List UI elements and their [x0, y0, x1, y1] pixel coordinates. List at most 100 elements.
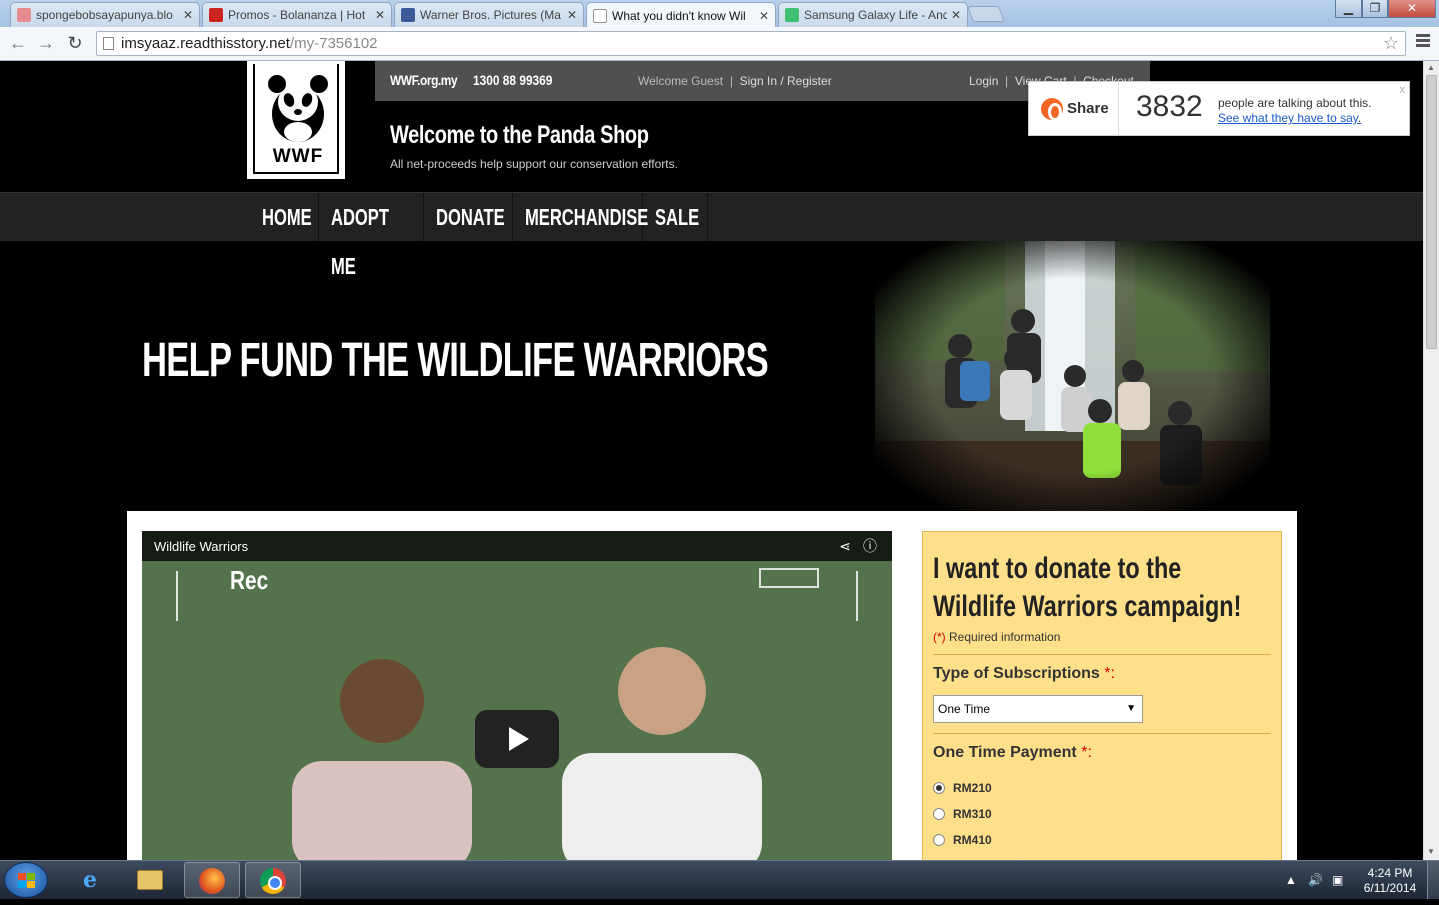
play-button[interactable]: [475, 710, 559, 768]
scroll-up-arrow-icon[interactable]: ▲: [1427, 63, 1435, 72]
blogger-favicon-icon: [17, 8, 31, 22]
radio-button[interactable]: [933, 833, 945, 846]
shop-tagline: All net-proceeds help support our conser…: [390, 157, 678, 171]
back-arrow-icon[interactable]: ←: [6, 32, 30, 54]
logo-frame: WWF: [253, 64, 339, 174]
close-tab-icon[interactable]: ✕: [183, 8, 193, 22]
url-path: /my-7356102: [289, 35, 378, 52]
show-desktop-button[interactable]: [1427, 861, 1439, 899]
browser-tab-1[interactable]: spongebobsayapunya.blo ✕: [10, 2, 200, 27]
google-play-favicon-icon: [785, 8, 799, 22]
welcome-guest-text: Welcome Guest: [638, 74, 724, 88]
separator: |: [726, 74, 737, 88]
content-panel: Wildlife Warriors ⋖ ⓘ Rec I want to dona…: [127, 511, 1297, 860]
taskbar-clock[interactable]: 4:24 PM 6/11/2014: [1360, 866, 1420, 896]
tab-title: Samsung Galaxy Life - And: [804, 8, 947, 22]
network-icon[interactable]: ▣: [1332, 873, 1343, 887]
dropdown-arrow-icon: ▼: [1126, 703, 1136, 714]
sign-in-link[interactable]: Sign In / Register: [740, 74, 832, 88]
share-logo-icon: [1041, 97, 1063, 121]
forward-arrow-icon[interactable]: →: [34, 32, 58, 54]
share-button[interactable]: Share: [1029, 82, 1119, 135]
hero-title: HELP FUND THE WILDLIFE WARRIORS: [142, 334, 769, 387]
required-marker: (*): [933, 630, 946, 644]
scroll-down-arrow-icon[interactable]: ▼: [1427, 847, 1435, 856]
rec-overlay-text: Rec: [230, 565, 269, 595]
chrome-icon[interactable]: [245, 862, 301, 898]
internet-explorer-icon[interactable]: e: [62, 862, 118, 898]
address-bar[interactable]: imsyaaz.readthisstory.net/my-7356102 ☆: [96, 31, 1406, 56]
site-link[interactable]: WWF.org.my: [390, 72, 458, 88]
chrome-menu-icon[interactable]: [1416, 34, 1430, 48]
firefox-icon[interactable]: [184, 862, 240, 898]
page-favicon-icon: [593, 8, 607, 23]
page-viewport: WWF WWF.org.my 1300 88 99369 Welcome Gue…: [0, 61, 1423, 860]
nav-adopt-me[interactable]: ADOPT ME: [319, 193, 424, 279]
close-tab-icon[interactable]: ✕: [951, 8, 961, 22]
share-icon[interactable]: ⋖: [837, 538, 853, 554]
tab-title: Warner Bros. Pictures (Ma: [420, 8, 561, 22]
start-button[interactable]: [4, 862, 48, 898]
option-label: RM410: [953, 832, 992, 847]
windows-logo-icon: [18, 873, 36, 889]
browser-tab-strip: spongebobsayapunya.blo ✕ Promos - Bolana…: [0, 0, 1439, 28]
radio-button-selected[interactable]: [933, 781, 945, 794]
file-explorer-icon[interactable]: [122, 862, 178, 898]
shop-title: Welcome to the Panda Shop: [390, 121, 649, 149]
new-tab-button[interactable]: [967, 6, 1005, 22]
talking-text: people are talking about this.: [1218, 96, 1372, 110]
nav-home[interactable]: HOME: [250, 193, 319, 242]
close-tab-icon[interactable]: ✕: [759, 9, 769, 23]
close-tab-icon[interactable]: ✕: [375, 8, 385, 22]
guest-links: Welcome Guest | Sign In / Register: [638, 74, 832, 88]
scroll-thumb[interactable]: [1426, 75, 1437, 349]
donate-heading: I want to donate to the Wildlife Warrior…: [933, 552, 1242, 623]
nav-donate[interactable]: DONATE: [424, 193, 513, 242]
wildlife-warriors-photo: [875, 241, 1270, 511]
payment-option[interactable]: RM410: [933, 832, 1271, 847]
browser-tab-5[interactable]: Samsung Galaxy Life - And ✕: [778, 2, 968, 27]
show-hidden-icons-icon[interactable]: ▲: [1285, 873, 1297, 887]
nav-label: HOME: [262, 204, 312, 230]
nav-label: MERCHANDISE: [525, 204, 649, 230]
subscription-label-text: Type of Subscriptions: [933, 665, 1100, 682]
browser-tab-3[interactable]: Warner Bros. Pictures (Ma ✕: [394, 2, 584, 27]
required-asterisk: *:: [1081, 744, 1092, 761]
payment-option[interactable]: RM310: [933, 806, 1271, 821]
subscription-select[interactable]: One Time ▼: [933, 695, 1143, 723]
close-window-button[interactable]: ✕: [1388, 0, 1436, 18]
period: .: [1357, 111, 1362, 125]
browser-tab-4-active[interactable]: What you didn't know Wil ✕: [586, 2, 776, 28]
tab-title: Promos - Bolananza | Hot: [228, 8, 366, 22]
main-navigation: HOME ADOPT ME DONATE MERCHANDISE SALE: [0, 192, 1423, 279]
see-what-they-say-link[interactable]: See what they have to say: [1218, 111, 1358, 125]
option-label: RM310: [953, 806, 992, 821]
clock-time: 4:24 PM: [1367, 866, 1413, 880]
facebook-favicon-icon: [401, 8, 415, 22]
subscription-value: One Time: [938, 702, 991, 716]
maximize-button[interactable]: ❐: [1362, 0, 1388, 18]
minimize-button[interactable]: ▁: [1335, 0, 1362, 18]
close-tab-icon[interactable]: ✕: [567, 8, 577, 22]
video-title[interactable]: Wildlife Warriors: [154, 539, 248, 554]
nav-label: ADOPT ME: [331, 204, 389, 279]
share-widget: Share 3832 people are talking about this…: [1028, 81, 1410, 136]
close-widget-icon[interactable]: x: [1400, 84, 1406, 96]
video-player[interactable]: Wildlife Warriors ⋖ ⓘ Rec: [142, 531, 892, 860]
page-icon: [103, 37, 114, 50]
subscription-label: Type of Subscriptions *:: [933, 665, 1271, 683]
video-title-bar: [142, 531, 892, 561]
wwf-logo[interactable]: WWF: [247, 61, 345, 179]
volume-icon[interactable]: 🔊: [1308, 873, 1323, 887]
payment-option[interactable]: RM210: [933, 780, 1271, 795]
info-icon[interactable]: ⓘ: [862, 538, 878, 554]
nav-sale[interactable]: SALE: [643, 193, 708, 242]
page-scrollbar[interactable]: ▲ ▼: [1423, 61, 1439, 860]
nav-merchandise[interactable]: MERCHANDISE: [513, 193, 648, 242]
radio-button[interactable]: [933, 807, 945, 820]
login-link[interactable]: Login: [969, 74, 998, 88]
browser-tab-2[interactable]: Promos - Bolananza | Hot ✕: [202, 2, 392, 27]
bookmark-star-icon[interactable]: ☆: [1383, 32, 1399, 55]
reload-icon[interactable]: ↻: [63, 32, 87, 54]
tab-title: spongebobsayapunya.blo: [36, 8, 173, 22]
